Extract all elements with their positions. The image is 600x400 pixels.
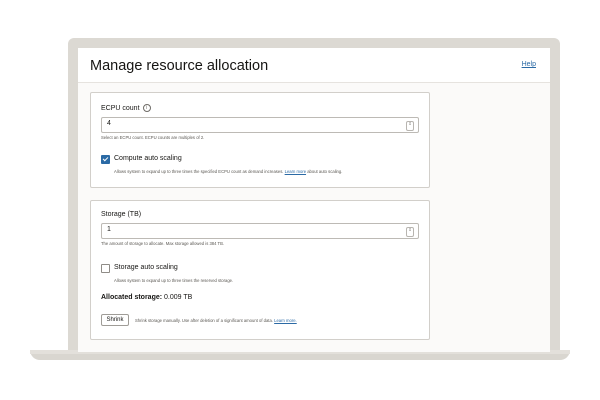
storage-label: Storage (TB) [101,211,142,218]
help-link[interactable]: Help [522,61,536,68]
compute-auto-scaling-hint-text: Allows system to expand up to three time… [114,169,284,174]
storage-auto-scaling-checkbox[interactable] [101,264,110,273]
allocated-storage-value: 0.009 TB [164,294,193,301]
compute-auto-scaling-hint-suffix: about auto scaling. [307,169,343,174]
storage-hint: The amount of storage to allocate. Max s… [101,241,225,246]
storage-auto-scaling-label: Storage auto scaling [114,264,178,271]
ecpu-count-hint: Select an ECPU count. ECPU counts are mu… [101,135,205,140]
compute-auto-scaling-label: Compute auto scaling [114,155,182,162]
ecpu-panel: ECPU count i 4 ⇕ Select an ECPU count. EC… [90,92,430,188]
ecpu-count-field-label: ECPU count i [101,104,151,112]
allocated-storage: Allocated storage: 0.009 TB [101,294,192,301]
storage-panel: Storage (TB) 1 ⇕ The amount of storage t… [90,200,430,340]
shrink-button[interactable]: Shrink [101,314,129,326]
shrink-learn-more-link[interactable]: Learn more. [274,318,297,323]
ecpu-count-label: ECPU count [101,104,140,112]
compute-auto-scaling-learn-more-link[interactable]: Learn more [285,169,306,174]
storage-auto-scaling-hint: Allows system to expand up to three time… [114,278,234,283]
shrink-hint-text: Shrink storage manually. Use after delet… [135,318,273,323]
info-icon[interactable]: i [142,104,151,112]
shrink-hint: Shrink storage manually. Use after delet… [135,318,297,323]
page-title: Manage resource allocation [90,58,269,74]
page-header: Manage resource allocation Help [78,48,550,83]
allocated-storage-label: Allocated storage: [101,294,163,301]
storage-value: 1 [107,226,111,233]
compute-auto-scaling-hint: Allows system to expand up to three time… [114,169,342,174]
storage-stepper-icon[interactable]: ⇕ [406,227,414,237]
ecpu-count-value: 4 [107,120,111,127]
ecpu-stepper-icon[interactable]: ⇕ [406,121,414,131]
ecpu-count-input[interactable]: 4 ⇕ [101,117,419,133]
compute-auto-scaling-checkbox[interactable] [101,155,110,164]
app-screen: Manage resource allocation Help ECPU cou… [78,48,550,352]
storage-input[interactable]: 1 ⇕ [101,223,419,239]
